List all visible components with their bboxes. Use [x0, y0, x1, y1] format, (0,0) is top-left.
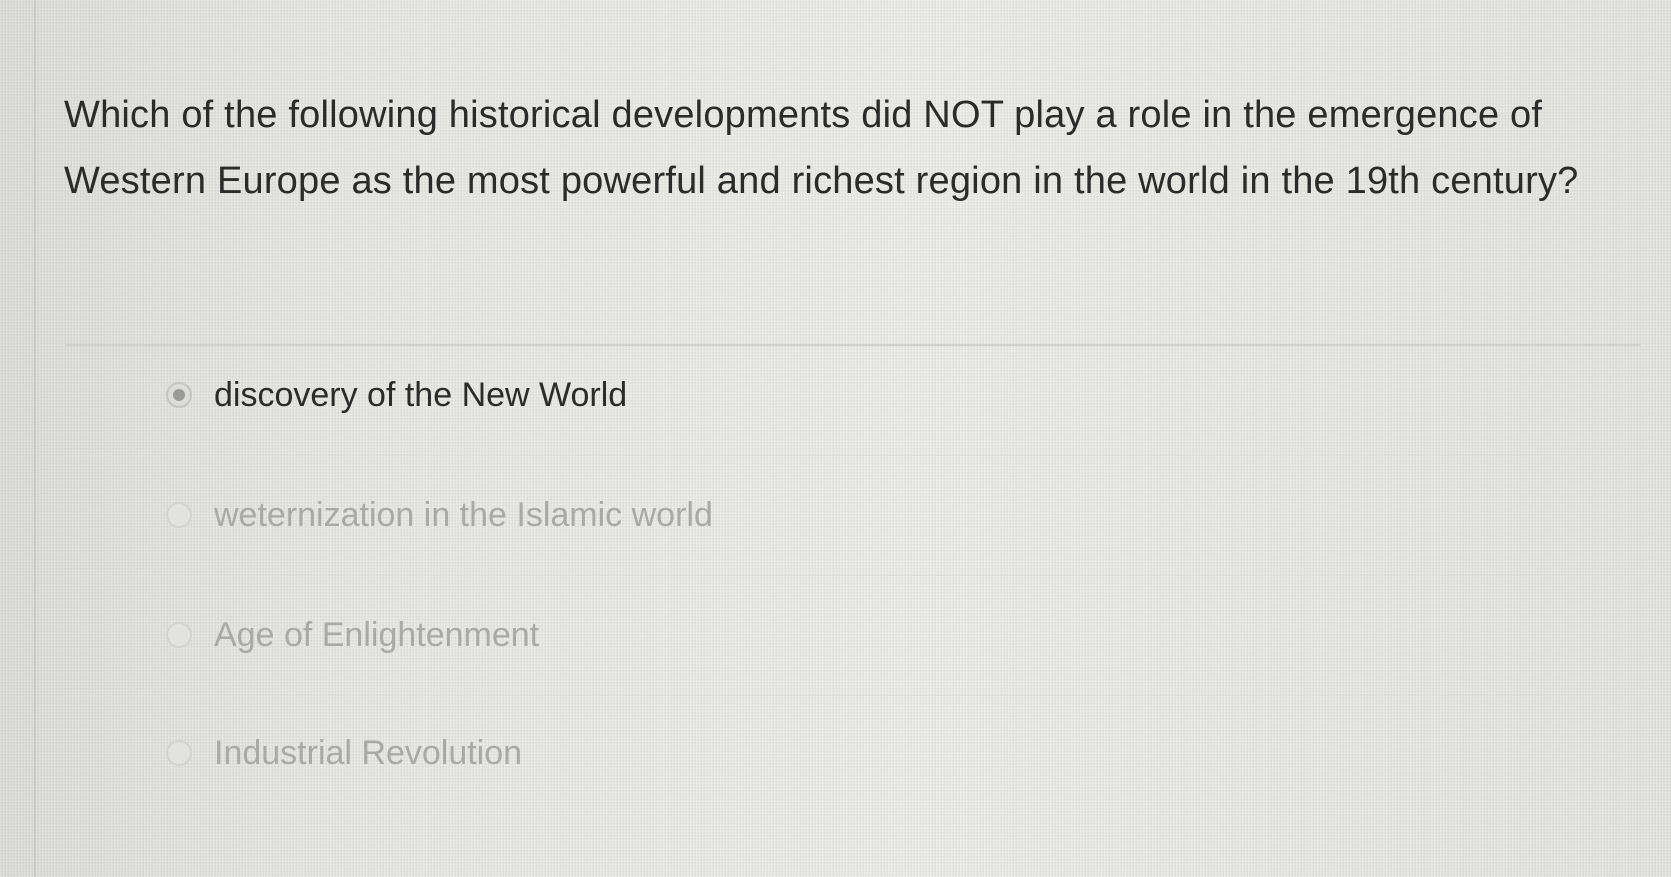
answer-option-label: discovery of the New World: [214, 375, 628, 414]
radio-icon[interactable]: [166, 622, 192, 648]
option-separator: [66, 455, 1641, 456]
option-separator: [66, 575, 1641, 576]
radio-selected-icon[interactable]: [166, 382, 192, 408]
answer-option-label: Industrial Revolution: [214, 733, 523, 772]
question-card: Which of the following historical develo…: [36, 0, 1671, 877]
answer-option-3[interactable]: Age of Enlightenment: [166, 605, 539, 665]
answer-options: discovery of the New World weternization…: [36, 0, 1671, 877]
answer-option-label: weternization in the Islamic world: [214, 495, 713, 534]
option-separator: [66, 695, 1641, 696]
answer-option-2[interactable]: weternization in the Islamic world: [166, 485, 713, 545]
answer-option-4[interactable]: Industrial Revolution: [166, 723, 522, 783]
answer-option-label: Age of Enlightenment: [214, 615, 540, 654]
radio-icon[interactable]: [166, 502, 192, 528]
radio-icon[interactable]: [166, 740, 192, 766]
answer-option-1[interactable]: discovery of the New World: [166, 365, 627, 425]
